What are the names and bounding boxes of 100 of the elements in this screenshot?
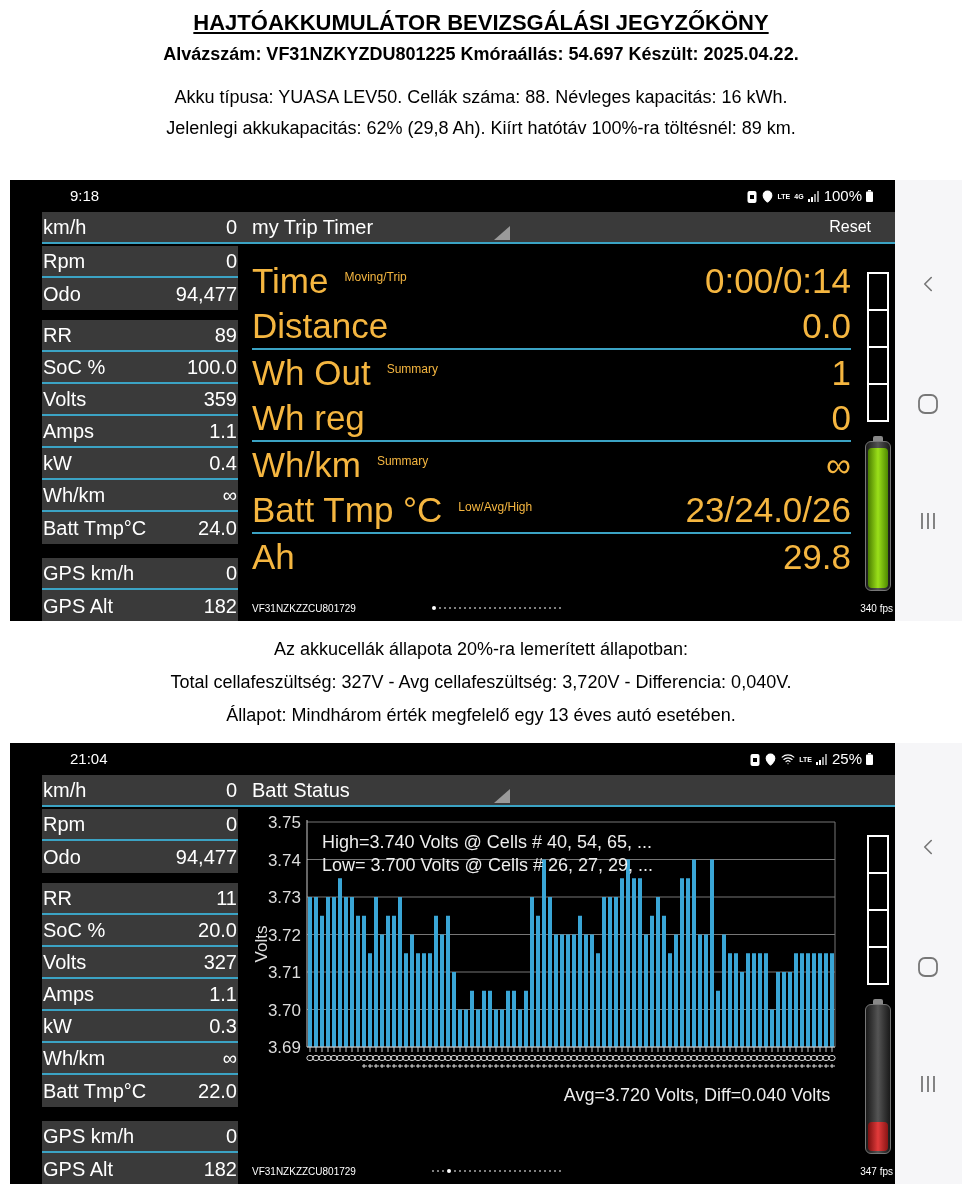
battery-saver-icon xyxy=(750,752,761,766)
gauge-label: Odo xyxy=(43,845,81,870)
gauge-value: 0 xyxy=(225,215,237,240)
trip-value: ∞ xyxy=(826,445,851,485)
gauge-value: 0 xyxy=(225,812,237,837)
cell-voltage-bar xyxy=(518,1009,522,1047)
gauge-label: kW xyxy=(43,1014,72,1039)
home-icon[interactable] xyxy=(916,955,939,978)
report-line: Állapot: Mindhárom érték megfelelő egy 13 éves autó esetében. xyxy=(226,703,736,727)
gauge-label: Wh/km xyxy=(43,483,106,508)
cell-voltage-bar xyxy=(770,1009,774,1047)
gauge-value: 100.0 xyxy=(186,355,237,380)
dropdown-corner-icon xyxy=(494,226,510,240)
report-title: HAJTÓAKKUMULÁTOR BEVIZSGÁLÁSI JEGYZŐKÖNY xyxy=(193,9,769,37)
gauge-label: GPS km/h xyxy=(43,1124,135,1149)
gauge-value: 0.4 xyxy=(209,451,237,476)
gauge-value: 94,477 xyxy=(175,845,237,870)
trip-value: 23/24.0/26 xyxy=(685,490,851,530)
status-time: 21:04 xyxy=(70,748,108,769)
gauge-label: Rpm xyxy=(43,249,86,274)
trip-note: Summary xyxy=(376,453,429,470)
cell-voltage-bar xyxy=(506,990,510,1047)
fps-counter: 347 fps xyxy=(860,1164,893,1179)
gauge-label: GPS Alt xyxy=(43,594,114,619)
report-subtitle: Alvázszám: VF31NZKYZDU801225 Kmóraállás: 54.697 Készült: 2025.04.22. xyxy=(163,43,799,66)
battery-cap xyxy=(873,999,883,1004)
cell-voltage-bar xyxy=(458,1009,462,1047)
gauge-label: Rpm xyxy=(43,812,86,837)
location-icon xyxy=(760,189,774,203)
gauge-value: 0 xyxy=(225,778,237,803)
y-tick-label: 3.72 xyxy=(267,925,301,945)
battery-percent: 25% xyxy=(831,748,862,769)
gauge-value: 94,477 xyxy=(175,282,237,307)
cell-voltage-bar xyxy=(716,990,720,1047)
gauge-label: Volts xyxy=(43,950,87,975)
gauge-value: 89 xyxy=(214,323,237,348)
y-tick-label: 3.69 xyxy=(267,1038,301,1057)
battery-icon xyxy=(866,190,873,202)
panel-selector[interactable]: Batt Status xyxy=(252,775,510,805)
trip-value: 0.0 xyxy=(802,306,851,346)
home-icon[interactable] xyxy=(916,392,939,415)
gauge-label: Batt Tmp°C xyxy=(43,516,147,541)
gauge-label: GPS km/h xyxy=(43,561,135,586)
fps-counter: 340 fps xyxy=(860,601,893,616)
gauge-value: 1.1 xyxy=(209,419,237,444)
gauge-value: 0 xyxy=(225,561,237,586)
panel-selector[interactable]: my Trip Timer xyxy=(252,212,510,242)
gauge-label: Amps xyxy=(43,419,95,444)
report-line: Akku típusa: YUASA LEV50. Cellák száma: 88. Névleges kapacitás: 16 kWh. xyxy=(174,86,788,109)
gauge-value: 1.1 xyxy=(209,982,237,1007)
trip-label: Distance xyxy=(252,306,389,346)
gauge-value: 359 xyxy=(203,387,237,412)
cell-voltage-bar xyxy=(524,990,528,1047)
vehicle-id: VF31NZKZZCU801729 xyxy=(252,1164,357,1179)
trip-label: Wh reg xyxy=(252,398,365,438)
trip-note: Moving/Trip xyxy=(344,269,407,286)
y-tick-label: 3.74 xyxy=(267,850,301,870)
gauge-value: 24.0 xyxy=(198,516,237,541)
vehicle-id: VF31NZKZZCU801729 xyxy=(252,601,357,616)
trip-label: Ah xyxy=(252,537,295,577)
battery-percent: 100% xyxy=(823,185,862,206)
gauge-label: Batt Tmp°C xyxy=(43,1079,147,1104)
gauge-value: ∞ xyxy=(222,1046,237,1071)
gauge-label: GPS Alt xyxy=(43,1157,114,1182)
cell-voltage-bar xyxy=(476,1009,480,1047)
trip-label: Batt Tmp °C xyxy=(252,490,443,530)
status-time: 9:18 xyxy=(70,185,100,206)
battery-saver-icon xyxy=(746,189,757,203)
gauge-value: 327 xyxy=(203,950,237,975)
gauge-label: km/h xyxy=(43,215,87,240)
gauge-label: Amps xyxy=(43,982,95,1007)
cell-voltage-bar xyxy=(512,990,516,1047)
wifi-icon xyxy=(781,752,796,766)
cell-voltage-bar xyxy=(494,1009,498,1047)
gauge-value: 0.3 xyxy=(209,1014,237,1039)
gauge-value: 0 xyxy=(225,249,237,274)
trip-label: Time xyxy=(252,261,329,301)
trip-value: 0 xyxy=(831,398,851,438)
trip-label: Wh/km xyxy=(252,445,361,485)
y-tick-label: 3.71 xyxy=(267,963,301,982)
signal-icon xyxy=(807,190,820,202)
cell-voltage-bar xyxy=(500,1009,504,1047)
gauge-value: 182 xyxy=(203,594,237,619)
gauge-label: km/h xyxy=(43,778,87,803)
gauge-value: 0 xyxy=(225,1124,237,1149)
trip-value: 29.8 xyxy=(782,537,851,577)
gauge-label: kW xyxy=(43,451,72,476)
dropdown-corner-icon xyxy=(494,789,510,803)
reset-button[interactable]: Reset xyxy=(829,212,871,242)
gauge-label: Wh/km xyxy=(43,1046,106,1071)
battery-cap xyxy=(873,436,883,441)
gauge-value: 182 xyxy=(203,1157,237,1182)
gauge-value: 11 xyxy=(216,886,237,911)
trip-label: Wh Out xyxy=(252,353,371,393)
trip-value: 1 xyxy=(831,353,851,393)
chart-annotation: Avg=3.720 Volts, Diff=0.040 Volts xyxy=(563,1085,831,1105)
y-tick-label: 3.73 xyxy=(267,888,301,907)
report-line: Total cellafeszültség: 327V - Avg cellafeszültség: 3,720V - Differencia: 0,040V. xyxy=(170,670,792,694)
cell-voltage-bar xyxy=(482,990,486,1047)
gauge-label: Odo xyxy=(43,282,81,307)
